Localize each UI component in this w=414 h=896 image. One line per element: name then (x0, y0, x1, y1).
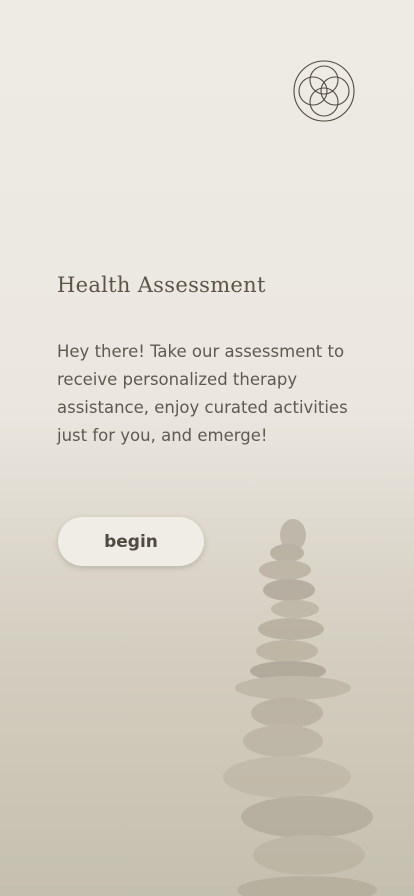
stacked-stones-image (223, 519, 377, 896)
page-title: Health Assessment (57, 273, 266, 297)
assessment-screen: Health Assessment Hey there! Take our as… (0, 0, 414, 896)
flower-of-life-icon (293, 60, 355, 122)
assessment-description: Hey there! Take our assessment to receiv… (57, 342, 348, 445)
begin-button[interactable]: begin (58, 517, 204, 566)
